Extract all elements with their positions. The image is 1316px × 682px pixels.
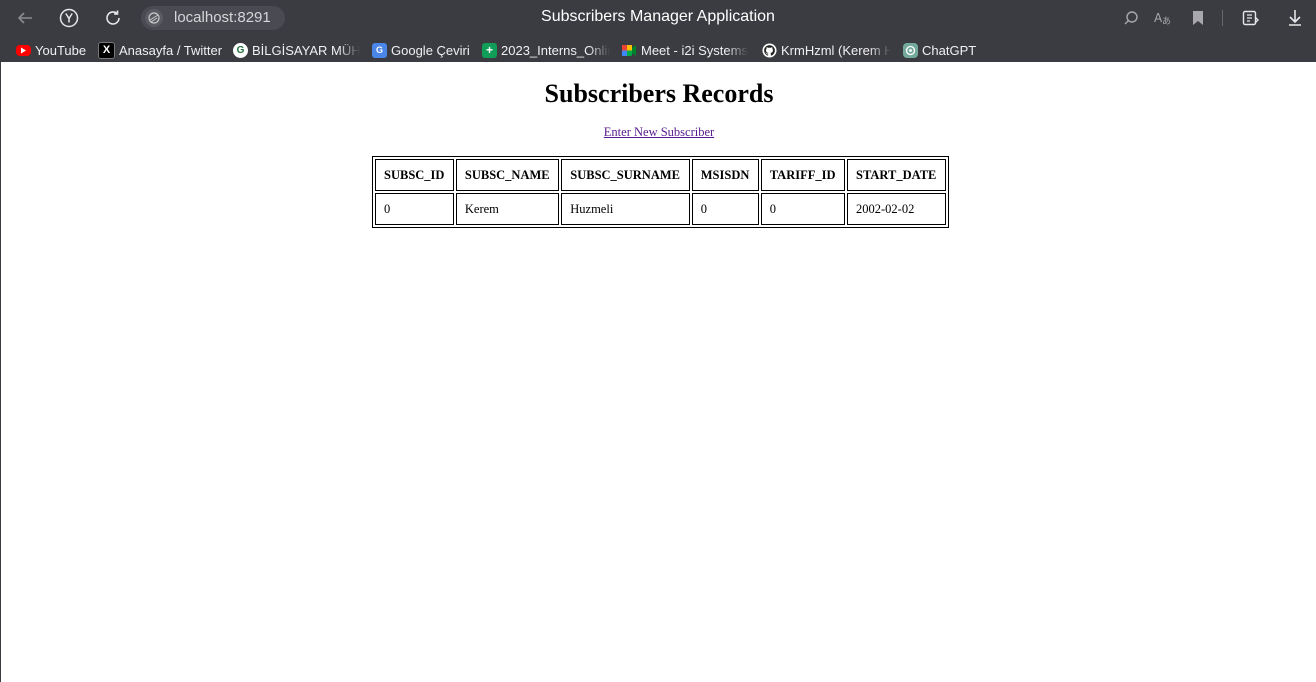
bookmark-label: Google Çeviri	[391, 42, 470, 58]
address-bar[interactable]: localhost:8291	[141, 6, 285, 30]
column-header: SUBSC_ID	[375, 159, 454, 191]
bookmark-label: 2023_Interns_Onlir	[501, 42, 610, 58]
bookmark-chatgpt[interactable]: ChatGPT	[903, 41, 976, 59]
sheets-icon: +	[482, 42, 497, 58]
bookmark-interns[interactable]: + 2023_Interns_Onlir	[482, 41, 610, 59]
bookmarks-bar: YouTube X Anasayfa / Twitter G BİLGİSAYA…	[0, 38, 1316, 62]
yandex-icon[interactable]	[58, 7, 80, 29]
table-cell: 0	[760, 193, 845, 225]
page-content: Subscribers Records Enter New Subscriber…	[0, 62, 1316, 682]
site-info-icon[interactable]	[145, 9, 163, 27]
bookmark-label: Meet - i2i Systems	[641, 42, 748, 58]
table-header-row: SUBSC_ID SUBSC_NAME SUBSC_SURNAME MSISDN…	[375, 159, 946, 191]
github-icon	[762, 42, 777, 58]
table-cell: 0	[375, 193, 454, 225]
toolbar-divider	[1222, 10, 1223, 26]
bookmark-label: Anasayfa / Twitter	[119, 42, 223, 58]
table-cell: Huzmeli	[561, 193, 690, 225]
bookmark-label: YouTube	[35, 42, 87, 58]
browser-chrome: localhost:8291 Subscribers Manager Appli…	[0, 0, 1316, 62]
url-text[interactable]: localhost:8291	[174, 9, 271, 26]
browser-toolbar: localhost:8291 Subscribers Manager Appli…	[0, 0, 1316, 36]
column-header: TARIFF_ID	[760, 159, 845, 191]
bookmark-icon[interactable]	[1187, 7, 1209, 29]
column-header: MSISDN	[691, 159, 759, 191]
page-title: Subscribers Records	[544, 79, 774, 108]
bookmark-meet[interactable]: Meet - i2i Systems	[622, 41, 750, 59]
site-icon: G	[233, 42, 248, 58]
download-icon[interactable]	[1284, 7, 1306, 29]
svg-text:あ: あ	[1162, 16, 1171, 26]
meet-icon	[622, 43, 637, 58]
reload-icon[interactable]	[102, 7, 124, 29]
translate-icon[interactable]: Aあ	[1151, 7, 1173, 29]
column-header: SUBSC_NAME	[455, 159, 560, 191]
google-translate-icon: G	[372, 42, 387, 58]
bookmark-github[interactable]: KrmHzml (Kerem H	[762, 41, 891, 59]
column-header: START_DATE	[847, 159, 946, 191]
x-icon: X	[98, 41, 115, 59]
column-header: SUBSC_SURNAME	[561, 159, 690, 191]
chatgpt-icon	[903, 42, 918, 58]
enter-new-subscriber-link[interactable]: Enter New Subscriber	[604, 125, 714, 139]
collections-icon[interactable]	[1240, 7, 1262, 29]
page-search-icon[interactable]	[1120, 7, 1142, 29]
bookmark-label: BİLGİSAYAR MÜHE	[252, 42, 360, 58]
table-row: 0 Kerem Huzmeli 0 0 2002-02-02	[375, 193, 946, 225]
back-icon[interactable]	[14, 7, 36, 29]
subscribers-table: SUBSC_ID SUBSC_NAME SUBSC_SURNAME MSISDN…	[372, 156, 949, 228]
bookmark-youtube[interactable]: YouTube	[16, 41, 86, 59]
table-cell: 2002-02-02	[847, 193, 946, 225]
bookmark-label: KrmHzml (Kerem H	[781, 42, 891, 58]
bookmark-google-translate[interactable]: G Google Çeviri	[372, 41, 470, 59]
new-subscriber-link-container: Enter New Subscriber	[1, 125, 1316, 140]
bookmark-label: ChatGPT	[922, 42, 977, 58]
bookmark-bilgisayar[interactable]: G BİLGİSAYAR MÜHE	[233, 41, 360, 59]
youtube-icon	[16, 44, 31, 56]
bookmark-twitter[interactable]: X Anasayfa / Twitter	[98, 41, 222, 59]
table-cell: Kerem	[455, 193, 560, 225]
table-cell: 0	[691, 193, 759, 225]
